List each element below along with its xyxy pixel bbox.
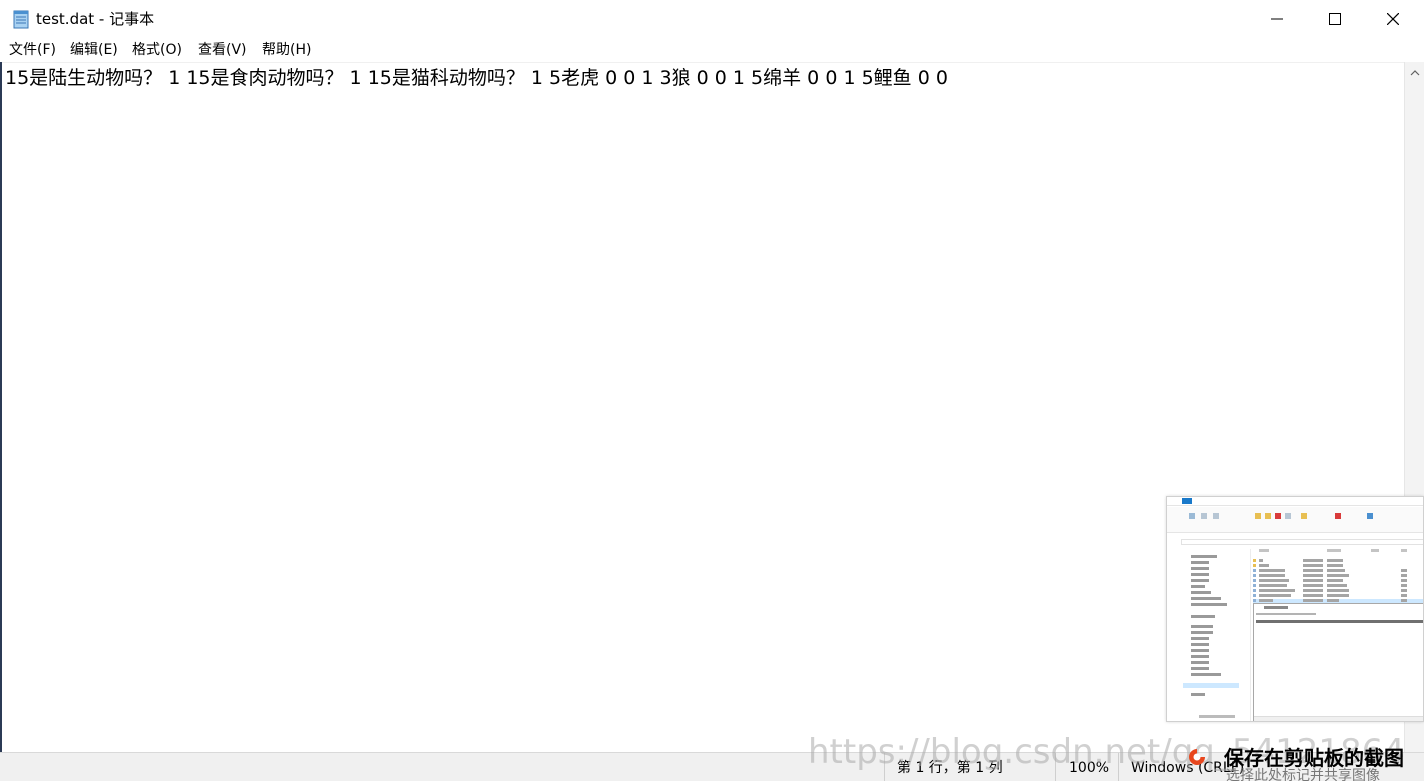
close-icon	[1387, 13, 1399, 25]
thumb-list-row	[1253, 564, 1423, 568]
thumb-pin-icon	[1189, 513, 1195, 519]
notepad-icon	[11, 9, 31, 29]
thumb-nav-item	[1191, 597, 1221, 600]
minimize-button[interactable]	[1248, 0, 1306, 38]
thumb-nav-item	[1191, 667, 1209, 670]
thumb-address-bar	[1181, 539, 1423, 545]
minimize-icon	[1271, 18, 1283, 20]
thumb-notepad-title	[1264, 606, 1288, 609]
thumb-nav-item	[1191, 655, 1209, 658]
snip-sketch-icon	[1189, 749, 1205, 765]
maximize-button[interactable]	[1306, 0, 1364, 38]
menu-file[interactable]: 文件(F)	[9, 41, 56, 59]
thumb-properties-icon	[1335, 513, 1341, 519]
thumb-nav-item	[1191, 693, 1205, 696]
thumb-notepad-window	[1253, 603, 1423, 721]
thumb-paste-icon	[1213, 513, 1219, 519]
thumb-nav-selected	[1183, 683, 1239, 688]
thumb-notepad-status	[1254, 716, 1423, 721]
menu-bar: 文件(F) 编辑(E) 格式(O) 查看(V) 帮助(H)	[0, 38, 1424, 62]
thumb-rename-icon	[1285, 513, 1291, 519]
thumb-nav-item	[1191, 585, 1205, 588]
thumb-nav-item	[1191, 555, 1217, 558]
thumb-delete-icon	[1275, 513, 1281, 519]
toast-subtitle[interactable]: 选择此处标记并共享图像	[1226, 769, 1380, 781]
scroll-up-icon[interactable]	[1409, 68, 1421, 78]
thumb-list-row	[1253, 594, 1423, 598]
thumb-notepad-text	[1256, 620, 1423, 623]
menu-edit[interactable]: 编辑(E)	[70, 41, 118, 59]
thumb-file-tab	[1182, 498, 1192, 504]
thumb-nav-item	[1191, 661, 1209, 664]
thumb-list-row	[1253, 579, 1423, 583]
thumb-nav-item	[1191, 631, 1213, 634]
thumb-list-row	[1253, 589, 1423, 593]
thumb-list-row	[1253, 559, 1423, 563]
thumb-newfolder-icon	[1301, 513, 1307, 519]
menu-help[interactable]: 帮助(H)	[262, 41, 311, 59]
editor-content[interactable]: 15是陆生动物吗？ 1 15是食肉动物吗？ 1 15是猫科动物吗？ 1 5老虎 …	[5, 66, 948, 90]
thumb-nav-item	[1191, 603, 1227, 606]
screenshot-thumbnail[interactable]	[1166, 496, 1424, 722]
thumb-nav-item	[1191, 573, 1209, 576]
close-button[interactable]	[1364, 0, 1422, 38]
thumb-copy-icon	[1201, 513, 1207, 519]
thumb-file-list	[1253, 549, 1423, 609]
window-edge	[0, 62, 2, 752]
maximize-icon	[1329, 13, 1341, 25]
thumb-nav-item	[1191, 615, 1215, 618]
thumb-nav-item	[1191, 591, 1211, 594]
thumb-nav-item	[1191, 561, 1209, 564]
menu-view[interactable]: 查看(V)	[198, 41, 247, 59]
thumb-ribbon	[1167, 507, 1423, 533]
window-title: test.dat - 记事本	[36, 10, 155, 28]
thumb-list-header	[1253, 549, 1423, 553]
thumb-nav-item	[1191, 579, 1209, 582]
thumb-nav-item	[1191, 673, 1221, 676]
thumb-nav-item	[1191, 649, 1209, 652]
thumb-ribbon-tabs	[1167, 497, 1423, 506]
thumb-list-row	[1253, 574, 1423, 578]
thumb-move-icon	[1255, 513, 1261, 519]
toast-title[interactable]: 保存在剪贴板的截图	[1224, 746, 1404, 770]
thumb-nav-item	[1191, 567, 1209, 570]
thumb-nav-item	[1191, 643, 1209, 646]
thumb-list-row	[1253, 569, 1423, 573]
thumb-nav-item	[1191, 637, 1209, 640]
thumb-item-count	[1199, 715, 1235, 718]
thumb-select-icon	[1367, 513, 1373, 519]
thumb-list-row	[1253, 584, 1423, 588]
thumb-copyto-icon	[1265, 513, 1271, 519]
menu-format[interactable]: 格式(O)	[132, 41, 182, 59]
title-bar: test.dat - 记事本	[0, 0, 1424, 38]
thumb-navigation-pane	[1181, 549, 1251, 721]
thumb-nav-item	[1191, 625, 1213, 628]
thumb-notepad-menu	[1256, 613, 1316, 615]
